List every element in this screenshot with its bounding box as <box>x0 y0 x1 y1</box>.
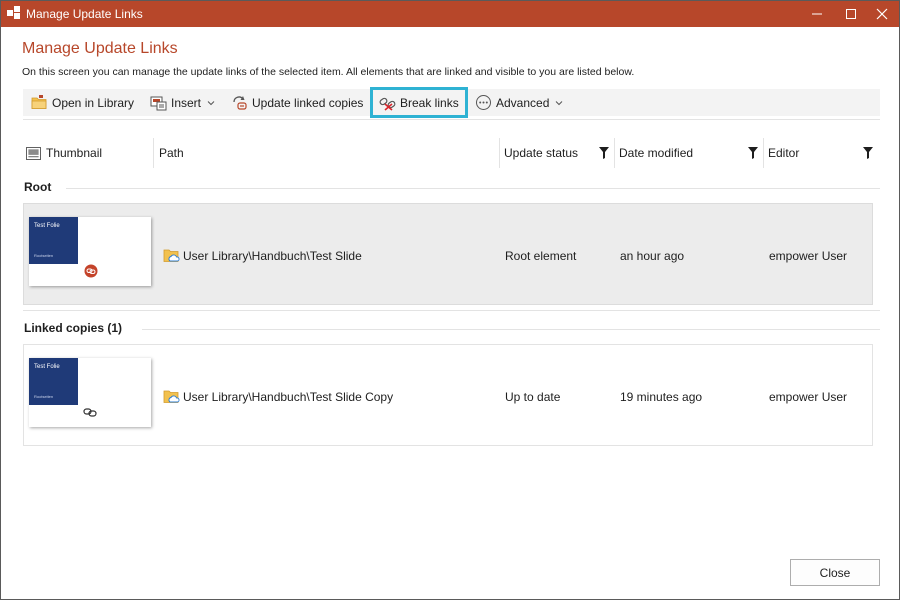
cloud-folder-icon <box>163 249 180 262</box>
column-header-update-status[interactable]: Update status <box>504 138 578 168</box>
column-header-date-modified[interactable]: Date modified <box>619 138 693 168</box>
maximize-button[interactable] <box>834 1 868 27</box>
close-icon <box>876 8 888 20</box>
editor-cell: empower User <box>769 249 848 263</box>
date-modified-cell: an hour ago <box>620 249 685 263</box>
slide-thumbnail-subtitle: Rootseiten <box>34 394 54 399</box>
advanced-label: Advanced <box>496 95 550 110</box>
slide-thumbnail-title: Test Folie <box>34 364 60 370</box>
filter-icon[interactable] <box>748 147 758 159</box>
update-status-cell: Root element <box>505 249 577 263</box>
break-links-button[interactable]: Break links <box>370 87 468 118</box>
slide-thumbnail: Test Folie Rootseiten <box>29 358 151 427</box>
column-header-date-modified-label: Date modified <box>619 146 694 160</box>
column-header-path[interactable]: Path <box>159 138 184 168</box>
toolbar-divider <box>23 119 880 120</box>
app-logo-icon <box>7 6 20 19</box>
update-linked-copies-button[interactable]: Update linked copies <box>231 89 363 116</box>
root-element-icon <box>84 264 98 278</box>
toolbar: Open in Library Insert Update linked cop… <box>23 87 880 118</box>
insert-button[interactable]: Insert <box>150 89 215 116</box>
group-title-linked-copies: Linked copies (1) <box>24 321 123 335</box>
maximize-icon <box>846 9 856 19</box>
filter-icon[interactable] <box>863 147 873 159</box>
close-window-button[interactable] <box>865 1 899 27</box>
cloud-folder-icon <box>163 390 180 403</box>
window-title: Manage Update Links <box>26 7 143 21</box>
group-divider <box>23 310 880 311</box>
update-linked-copies-label: Update linked copies <box>252 95 364 110</box>
link-icon <box>83 408 97 417</box>
minimize-button[interactable] <box>800 1 834 27</box>
folder-open-icon <box>31 95 47 109</box>
open-in-library-label: Open in Library <box>52 95 135 110</box>
title-bar[interactable]: Manage Update Links <box>1 1 899 27</box>
more-options-icon <box>476 95 491 110</box>
advanced-button[interactable]: Advanced <box>475 89 563 116</box>
column-header-update-status-label: Update status <box>504 146 579 160</box>
path-cell: User Library\Handbuch\Test Slide <box>163 248 362 263</box>
slide-thumbnail-title: Test Folie <box>34 223 60 229</box>
path-text: User Library\Handbuch\Test Slide <box>183 248 362 263</box>
column-separator[interactable] <box>499 138 500 168</box>
table-row-root[interactable]: Test Folie Rootseiten User Library\Handb… <box>23 203 873 305</box>
close-button[interactable]: Close <box>790 559 880 586</box>
insert-slide-icon <box>150 96 167 111</box>
group-divider <box>142 329 880 330</box>
image-icon <box>26 146 41 160</box>
minimize-icon <box>812 13 822 15</box>
group-divider <box>66 188 880 189</box>
chevron-down-icon <box>207 100 215 105</box>
path-cell: User Library\Handbuch\Test Slide Copy <box>163 389 393 404</box>
chevron-down-icon <box>556 100 563 105</box>
dialog-window: Manage Update Links Manage Update Links … <box>0 0 900 600</box>
slide-thumbnail-subtitle: Rootseiten <box>34 253 54 258</box>
open-in-library-button[interactable]: Open in Library <box>31 89 134 116</box>
group-title-root: Root <box>24 180 52 194</box>
date-modified-cell: 19 minutes ago <box>620 390 703 404</box>
break-links-label: Break links <box>400 95 459 110</box>
column-header-editor-label: Editor <box>768 146 800 160</box>
column-separator[interactable] <box>153 138 154 168</box>
page-description: On this screen you can manage the update… <box>22 66 635 78</box>
column-separator[interactable] <box>763 138 764 168</box>
path-text: User Library\Handbuch\Test Slide Copy <box>183 389 394 404</box>
column-header-path-label: Path <box>159 146 184 160</box>
column-header-editor[interactable]: Editor <box>768 138 799 168</box>
editor-cell: empower User <box>769 390 848 404</box>
page-title: Manage Update Links <box>22 40 178 57</box>
table-row-linked-copy[interactable]: Test Folie Rootseiten User Library\Handb… <box>23 344 873 446</box>
filter-icon[interactable] <box>599 147 609 159</box>
column-header-thumbnail[interactable]: Thumbnail <box>26 138 102 168</box>
update-status-cell: Up to date <box>505 390 561 404</box>
column-header-thumbnail-label: Thumbnail <box>46 146 103 160</box>
insert-label: Insert <box>171 95 202 110</box>
column-separator[interactable] <box>614 138 615 168</box>
break-link-icon <box>379 97 396 111</box>
slide-thumbnail: Test Folie Rootseiten <box>29 217 151 286</box>
update-link-icon <box>233 96 247 110</box>
